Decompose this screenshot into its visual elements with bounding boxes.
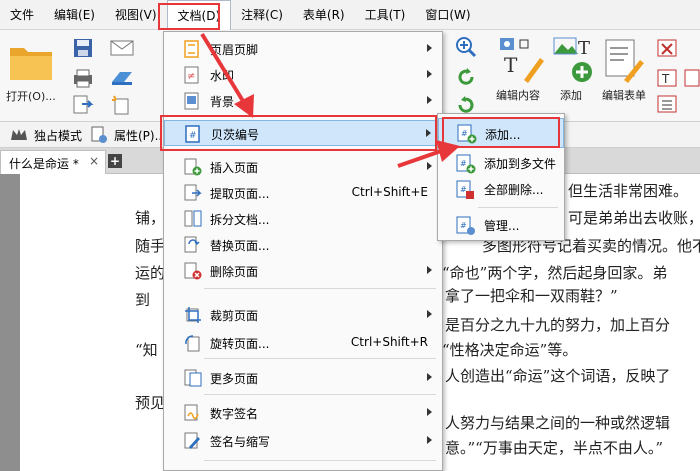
annotation-arrow-right-head [436, 140, 460, 162]
annotation-arrows [200, 32, 460, 168]
annotation-arrow-right [397, 148, 445, 168]
annotation-arrow-down [200, 32, 248, 108]
annotation-arrow-down-head [234, 94, 254, 118]
